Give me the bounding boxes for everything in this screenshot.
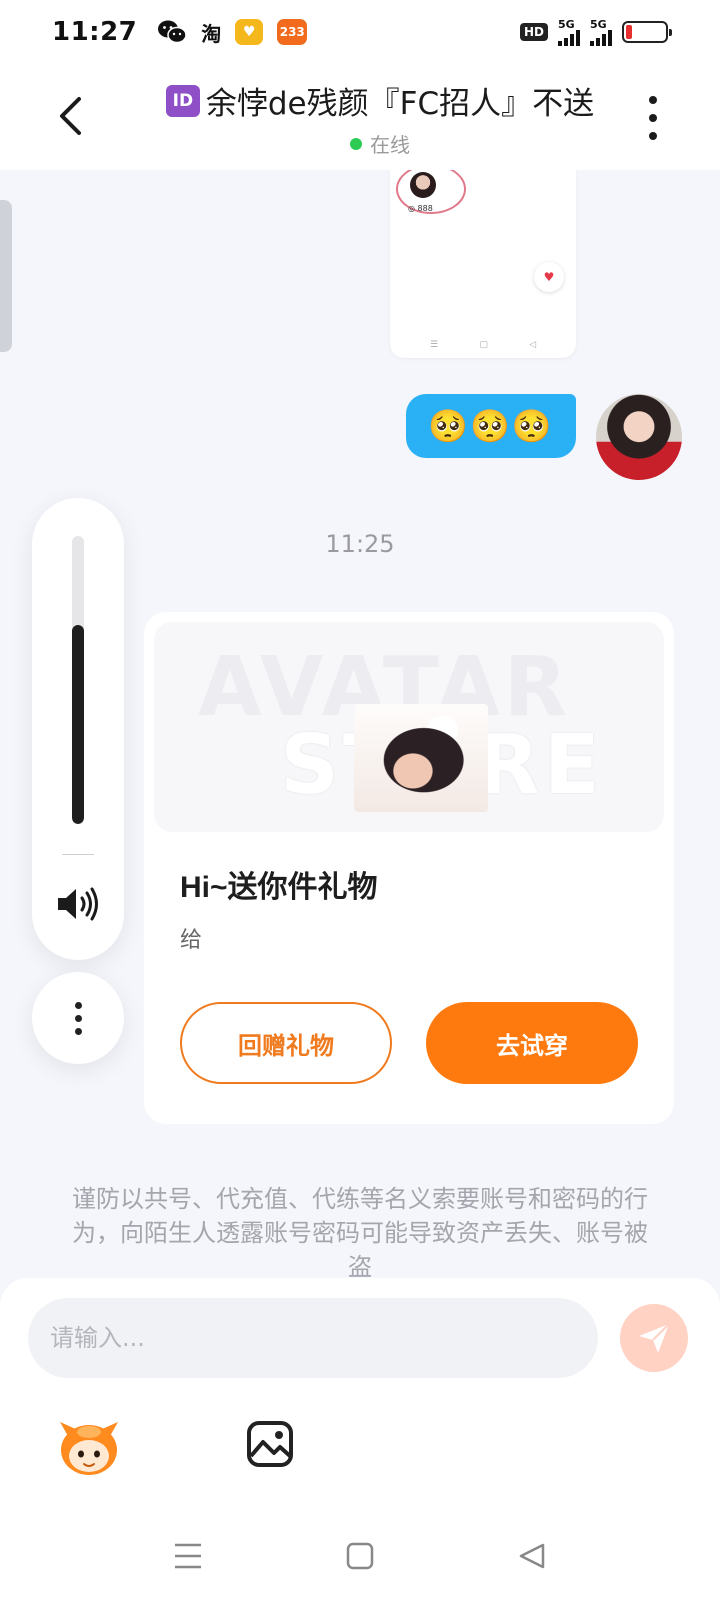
return-gift-button[interactable]: 回赠礼物: [180, 1002, 392, 1084]
online-dot-icon: [350, 137, 362, 150]
badge-app-icon: ♥: [235, 19, 264, 45]
header-title-wrap: ID 余悖de残颜『FC招人』不送 在线: [150, 78, 610, 158]
gift-subtitle: 给: [180, 928, 203, 953]
online-status: 在线: [150, 129, 610, 158]
send-icon: [639, 1323, 670, 1353]
more-dot: [74, 1001, 82, 1009]
thumb-avatar: [410, 172, 436, 198]
wechat-icon: [157, 19, 188, 45]
volume-level: [72, 625, 84, 824]
id-badge-icon: ID: [165, 84, 200, 117]
gift-card[interactable]: AVATAR STORE Hi~送你件礼物 给 回赠礼物 去试穿: [144, 612, 674, 1124]
message-input[interactable]: [28, 1298, 598, 1378]
side-drawer-handle[interactable]: [0, 200, 12, 352]
self-avatar[interactable]: [596, 394, 682, 480]
thumb-back-icon: ◁: [529, 340, 536, 350]
more-dot: [74, 1027, 82, 1035]
send-button[interactable]: [620, 1304, 688, 1372]
battery-icon: [622, 21, 672, 43]
recent-apps-button[interactable]: [168, 1536, 208, 1576]
233-app-icon: 233: [277, 19, 308, 45]
status-bar: 11:27 淘 ♥ 233 HD 5G 5G: [0, 0, 720, 64]
thumb-heart-glyph: ♥: [543, 270, 555, 284]
chat-header: ID 余悖de残颜『FC招人』不送 在线: [0, 64, 720, 170]
system-status-icons: HD 5G 5G: [519, 19, 672, 46]
volume-slider[interactable]: [72, 536, 84, 824]
more-dot: [649, 96, 657, 104]
hd-voice-icon: HD: [519, 23, 548, 41]
home-button[interactable]: [340, 1536, 380, 1576]
gift-banner: AVATAR STORE: [154, 622, 664, 832]
more-dot: [649, 132, 657, 140]
chevron-left-icon: [60, 97, 81, 135]
contact-name: 余悖de残颜『FC招人』不送: [205, 86, 595, 122]
more-dot: [649, 114, 657, 122]
online-status-label: 在线: [370, 133, 410, 157]
thumb-home-icon: ▢: [479, 340, 488, 350]
nav-back-button[interactable]: [512, 1536, 552, 1576]
back-triangle-icon: [519, 1543, 545, 1569]
more-options-button[interactable]: [638, 96, 668, 140]
thumb-coin-text: ◎ 888: [408, 204, 433, 213]
image-icon: [247, 1421, 293, 1467]
image-picker-button[interactable]: [244, 1418, 296, 1470]
security-warning: 谨防以共号、代充值、代练等名义索要账号和密码的行为，向陌生人透露账号密码可能导致…: [72, 1185, 648, 1278]
taobao-icon: 淘: [201, 21, 222, 46]
notification-icons: 淘 ♥ 233: [157, 18, 308, 47]
volume-more-button[interactable]: [32, 972, 124, 1064]
gift-title: Hi~送你件礼物: [180, 871, 378, 904]
more-dot: [74, 1014, 82, 1022]
thumb-menu-icon: ☰: [430, 340, 439, 350]
self-message-bubble[interactable]: 🥺🥺🥺: [406, 394, 576, 458]
mascot-emoji-button[interactable]: [56, 1418, 122, 1478]
battery-level: [626, 25, 632, 39]
page-title[interactable]: ID 余悖de残颜『FC招人』不送: [150, 78, 610, 123]
speaker-icon[interactable]: [54, 884, 102, 924]
gift-avatar-image: [354, 704, 488, 812]
thumb-heart-icon: ♥: [534, 262, 564, 292]
signal-icon-1: 5G: [558, 19, 580, 46]
home-square-icon: [346, 1542, 374, 1570]
mascot-icon: [60, 1422, 118, 1475]
thumb-nav-bar: ☰ ▢ ◁: [430, 340, 536, 350]
status-time: 11:27: [52, 17, 138, 47]
volume-panel: [32, 498, 124, 960]
back-button[interactable]: [48, 94, 92, 138]
image-message[interactable]: ◎ 888 ♥ ☰ ▢ ◁: [390, 170, 576, 358]
system-nav-bar: [0, 1522, 720, 1612]
try-on-button[interactable]: 去试穿: [426, 1002, 638, 1084]
menu-icon: [175, 1543, 201, 1569]
volume-divider: [62, 854, 94, 855]
signal-icon-2: 5G: [590, 19, 612, 46]
